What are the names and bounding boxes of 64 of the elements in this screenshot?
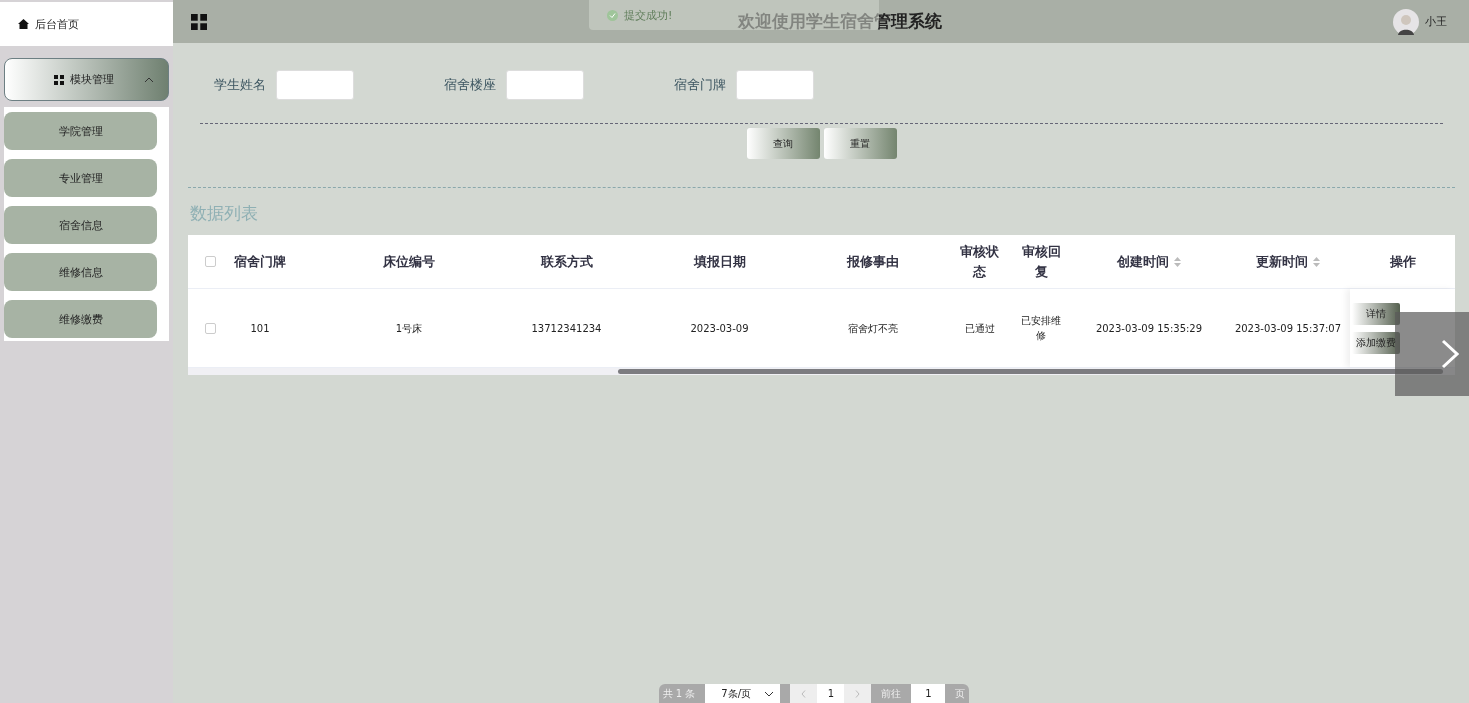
chevron-right-icon	[855, 689, 861, 698]
table-cell-text: 宿舍灯不亮	[846, 321, 899, 336]
column-header: 联系方式	[539, 252, 594, 271]
table-cell-text: 2023-03-09	[689, 321, 750, 336]
collapse-icon	[144, 76, 154, 83]
home-label: 后台首页	[35, 16, 79, 32]
list-title: 数据列表	[190, 202, 259, 225]
table-cell-text: 已安排维修	[1020, 314, 1062, 343]
table-cell-text: 2023-03-09 15:35:29	[1094, 321, 1204, 336]
grid-icon	[54, 74, 64, 85]
module-menu[interactable]: 模块管理	[4, 58, 169, 101]
goto-field[interactable]: 1	[911, 684, 946, 703]
menu-item[interactable]: 专业管理	[4, 159, 157, 197]
avatar-icon[interactable]	[1393, 8, 1419, 35]
column-header: 宿舍门牌	[233, 252, 287, 271]
next-slide-button[interactable]	[1395, 312, 1469, 396]
column-header: 创建时间	[1072, 235, 1226, 288]
details-button[interactable]: 详情	[1352, 302, 1400, 325]
check-icon	[607, 9, 618, 21]
row-checkbox[interactable]	[204, 322, 216, 334]
table-cell-text: 1号床	[394, 321, 424, 336]
column-header: 床位编号	[382, 252, 436, 271]
page-suffix: 页	[955, 686, 966, 701]
page-size-select[interactable]: 7条/页	[705, 684, 781, 703]
dropdown-icon	[764, 690, 775, 697]
home-link[interactable]: 后台首页	[0, 2, 173, 46]
menu-item[interactable]: 学院管理	[4, 112, 157, 150]
column-header: 更新时间	[1226, 235, 1350, 288]
table-cell-text: 13712341234	[530, 321, 603, 336]
chevron-left-icon	[801, 689, 807, 698]
column-header: 审核状态	[959, 243, 1000, 281]
select-all-checkbox[interactable]	[204, 256, 216, 267]
menu-item[interactable]: 宿舍信息	[4, 206, 157, 244]
column-header: 审核回复	[1020, 243, 1062, 281]
next-page-button[interactable]	[844, 684, 872, 703]
sort-icon[interactable]	[1313, 256, 1320, 267]
column-header: 操作	[1388, 252, 1417, 271]
search-field[interactable]	[276, 70, 354, 100]
search-button[interactable]: 查询	[746, 128, 820, 159]
menu-item[interactable]: 维修信息	[4, 253, 157, 291]
table-cell-text: 已通过	[963, 321, 996, 336]
field-label: 宿舍门牌	[674, 76, 726, 94]
chevron-right-icon	[1441, 339, 1459, 369]
column-header: 填报日期	[692, 252, 747, 271]
table-cell-text: 101	[249, 321, 271, 336]
goto-label: 前往	[881, 686, 902, 701]
user-name: 小王	[1425, 14, 1447, 29]
total-count: 共 1 条	[662, 686, 696, 701]
table-cell-text: 2023-03-09 15:37:07	[1233, 321, 1343, 336]
menu-item[interactable]: 维修缴费	[4, 300, 157, 338]
page-number[interactable]: 1	[817, 684, 845, 703]
home-icon	[18, 19, 29, 29]
module-label: 模块管理	[70, 72, 114, 87]
page-title: 欢迎使用学生宿舍管理系统	[738, 10, 942, 33]
column-header: 报修事由	[845, 252, 900, 271]
prev-page-button[interactable]	[790, 684, 818, 703]
menu-icon[interactable]	[191, 13, 207, 30]
field-label: 学生姓名	[214, 76, 266, 94]
search-field[interactable]	[736, 70, 814, 100]
reset-button[interactable]: 重置	[823, 128, 897, 159]
search-field[interactable]	[506, 70, 584, 100]
field-label: 宿舍楼座	[444, 76, 496, 94]
sort-icon[interactable]	[1174, 256, 1181, 267]
toast-text: 提交成功!	[624, 7, 673, 23]
